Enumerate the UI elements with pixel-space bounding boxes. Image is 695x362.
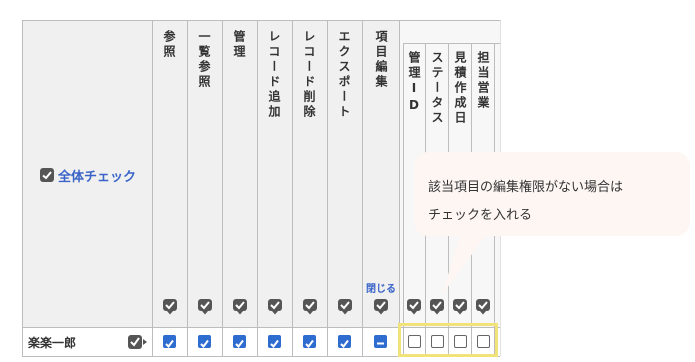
user-name: 楽楽一郎	[28, 336, 77, 350]
permission-checkbox-delete-record[interactable]	[303, 335, 316, 349]
column-dropdown-check-icon[interactable]	[338, 299, 352, 315]
select-all-label[interactable]: 全体チェック	[58, 166, 136, 185]
permission-checkbox-export[interactable]	[338, 335, 351, 349]
column-header-manage: 管理	[232, 30, 246, 60]
column-header-list-view: 一覧参照	[197, 30, 211, 90]
column-dropdown-check-icon[interactable]	[407, 299, 421, 315]
column-dropdown-check-icon[interactable]	[233, 299, 247, 315]
column-dropdown-check-icon[interactable]	[303, 299, 317, 315]
tooltip-tail	[442, 235, 486, 295]
tooltip-line-2: チェックを入れる	[428, 208, 533, 223]
column-dropdown-check-icon[interactable]	[374, 299, 388, 315]
column-header-add-record: レコード追加	[267, 30, 281, 120]
sub-column-header-sales-rep: 担当営業	[476, 51, 490, 111]
close-link[interactable]: 閉じる	[366, 280, 396, 295]
sub-column-header-status: ステータス	[430, 51, 444, 126]
item-edit-indeterminate-checkbox[interactable]	[374, 335, 387, 348]
sub-column-header-estimate-date: 見積作成日	[453, 51, 467, 126]
column-header-item-edit: 項目編集	[374, 30, 388, 90]
permission-checkbox-manage[interactable]	[233, 335, 246, 349]
column-header-export: エクスポート	[337, 30, 351, 120]
item-edit-checkbox-estimate-date[interactable]	[454, 335, 467, 348]
item-edit-checkbox-status[interactable]	[431, 335, 444, 348]
select-all-checkbox[interactable]: 全体チェック	[40, 166, 136, 185]
sub-column-header-manage-id: 管理ID	[407, 51, 421, 115]
column-header-delete-record: レコード削除	[302, 30, 316, 120]
row-dropdown-check-icon[interactable]	[128, 334, 148, 350]
column-dropdown-check-icon[interactable]	[268, 299, 282, 315]
tooltip: 該当項目の編集権限がない場合は チェックを入れる	[414, 152, 690, 236]
permission-checkbox-list-view[interactable]	[198, 335, 211, 349]
permission-checkbox-view[interactable]	[163, 335, 176, 349]
tooltip-line-1: 該当項目の編集権限がない場合は	[428, 180, 624, 195]
permission-checkbox-add-record[interactable]	[268, 335, 281, 349]
checkbox-checked-icon	[40, 168, 54, 182]
item-edit-checkbox-sales-rep[interactable]	[477, 335, 490, 348]
column-header-view: 参照	[162, 30, 176, 60]
item-edit-checkbox-manage-id[interactable]	[408, 335, 421, 348]
column-dropdown-check-icon[interactable]	[163, 299, 177, 315]
column-dropdown-check-icon[interactable]	[198, 299, 212, 315]
